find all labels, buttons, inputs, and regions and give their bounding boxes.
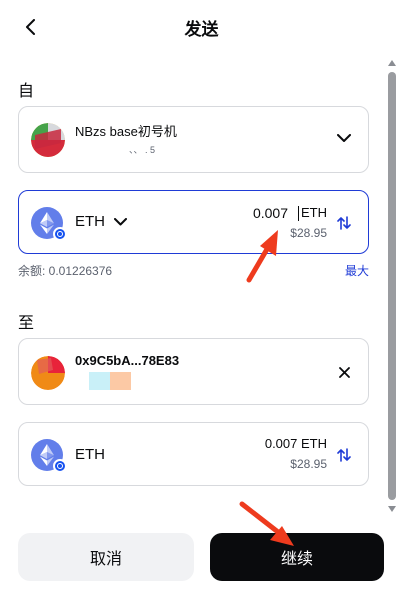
scrollbar-thumb[interactable] bbox=[388, 72, 396, 500]
summary-network-badge bbox=[53, 459, 67, 473]
address-color-chip-2 bbox=[110, 372, 131, 390]
close-icon[interactable] bbox=[339, 367, 350, 378]
continue-button[interactable]: 继续 bbox=[210, 533, 384, 581]
to-label: 至 bbox=[18, 315, 35, 332]
chevron-down-icon bbox=[337, 134, 351, 142]
summary-swap-icon[interactable] bbox=[337, 447, 351, 463]
token-chevron-icon[interactable] bbox=[114, 218, 127, 226]
amount-unit: ETH bbox=[301, 205, 327, 220]
amount-input[interactable]: 0.007 bbox=[253, 205, 288, 221]
wallet-name: NBzs base初号机 bbox=[75, 124, 177, 139]
summary-fiat: $28.95 bbox=[290, 457, 327, 471]
summary-token: ETH bbox=[75, 446, 105, 463]
summary-card: ETH 0.007 ETH $28.95 bbox=[18, 422, 369, 486]
from-wallet-selector[interactable]: NBzs base初号机 、、 . 5 bbox=[18, 106, 369, 173]
swap-icon[interactable] bbox=[337, 215, 351, 231]
balance-text: 余额: 0.01226376 bbox=[18, 264, 113, 278]
text-caret bbox=[298, 206, 299, 221]
wallet-avatar bbox=[31, 123, 65, 157]
wallet-subtext: 、、 . 5 bbox=[129, 145, 156, 155]
base-network-badge bbox=[53, 227, 67, 241]
recipient-avatar bbox=[31, 356, 65, 390]
from-label: 自 bbox=[18, 83, 35, 100]
summary-amount: 0.007 ETH bbox=[264, 436, 327, 451]
recipient-address: 0x9C5bA...78E83 bbox=[75, 353, 180, 368]
scrollbar[interactable] bbox=[386, 60, 398, 512]
token-symbol: ETH bbox=[75, 213, 105, 230]
cancel-button[interactable]: 取消 bbox=[18, 533, 194, 581]
address-color-chip-1 bbox=[89, 372, 110, 390]
scroll-down-icon[interactable] bbox=[388, 506, 396, 512]
scroll-up-icon[interactable] bbox=[388, 60, 396, 66]
page-title: 发送 bbox=[184, 20, 219, 39]
amount-input-card[interactable]: ETH 0.007 ETH $28.95 bbox=[18, 190, 369, 254]
max-button[interactable]: 最大 bbox=[345, 262, 369, 279]
fiat-value: $28.95 bbox=[290, 226, 327, 240]
header: 发送 bbox=[0, 0, 403, 54]
recipient-card[interactable]: 0x9C5bA...78E83 bbox=[18, 338, 369, 405]
